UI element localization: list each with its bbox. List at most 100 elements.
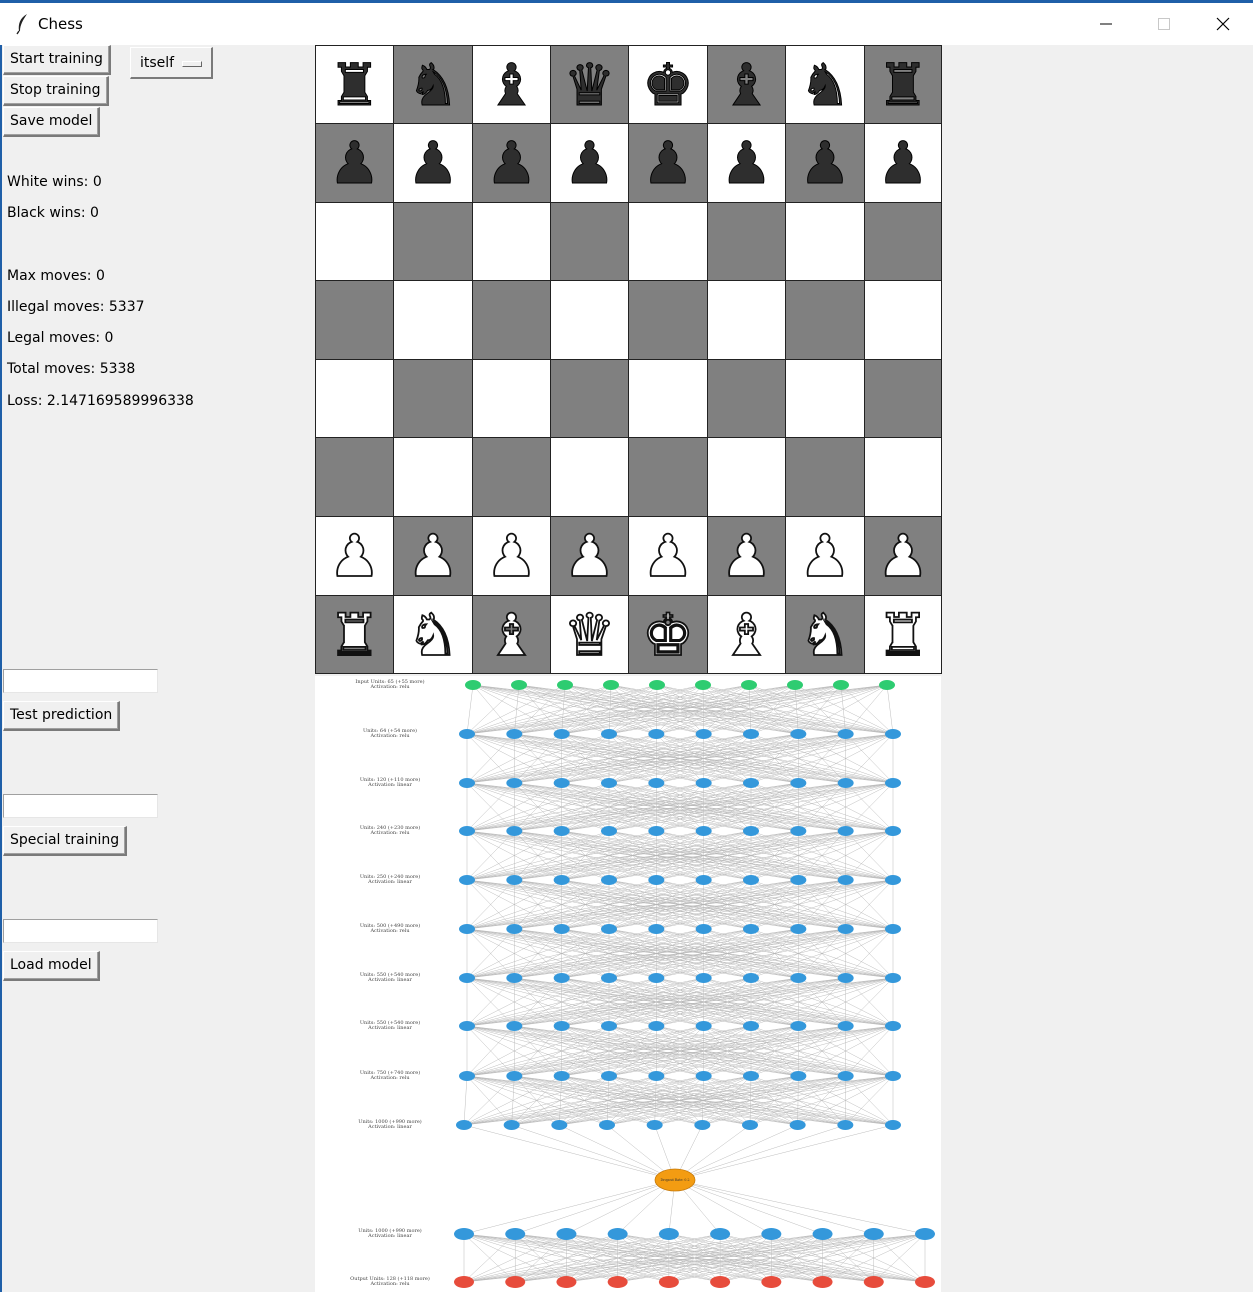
square-d8[interactable]: ♛ xyxy=(550,45,629,124)
black-knight-icon[interactable]: ♞ xyxy=(786,46,864,123)
square-g8[interactable]: ♞ xyxy=(785,45,865,124)
square-b1[interactable]: ♞ xyxy=(393,595,473,674)
square-d3[interactable] xyxy=(550,437,629,517)
square-g4[interactable] xyxy=(785,359,865,438)
square-h2[interactable]: ♟ xyxy=(864,516,942,596)
square-e7[interactable]: ♟ xyxy=(628,123,708,203)
white-pawn-icon[interactable]: ♟ xyxy=(865,517,941,595)
black-pawn-icon[interactable]: ♟ xyxy=(865,124,941,202)
square-c6[interactable] xyxy=(472,202,551,281)
square-h8[interactable]: ♜ xyxy=(864,45,942,124)
maximize-button[interactable] xyxy=(1135,3,1193,45)
load-model-button[interactable]: Load model xyxy=(3,951,100,981)
save-model-button[interactable]: Save model xyxy=(3,107,101,137)
close-button[interactable] xyxy=(1194,3,1252,45)
square-d7[interactable]: ♟ xyxy=(550,123,629,203)
square-c5[interactable] xyxy=(472,280,551,360)
black-pawn-icon[interactable]: ♟ xyxy=(473,124,550,202)
minimize-button[interactable] xyxy=(1077,3,1135,45)
black-bishop-icon[interactable]: ♝ xyxy=(473,46,550,123)
square-c3[interactable] xyxy=(472,437,551,517)
black-pawn-icon[interactable]: ♟ xyxy=(394,124,472,202)
square-f7[interactable]: ♟ xyxy=(707,123,786,203)
square-a8[interactable]: ♜ xyxy=(315,45,394,124)
black-pawn-icon[interactable]: ♟ xyxy=(786,124,864,202)
stop-training-button[interactable]: Stop training xyxy=(3,76,109,106)
square-g2[interactable]: ♟ xyxy=(785,516,865,596)
square-b6[interactable] xyxy=(393,202,473,281)
black-queen-icon[interactable]: ♛ xyxy=(551,46,628,123)
square-f2[interactable]: ♟ xyxy=(707,516,786,596)
square-c2[interactable]: ♟ xyxy=(472,516,551,596)
black-rook-icon[interactable]: ♜ xyxy=(865,46,941,123)
square-f3[interactable] xyxy=(707,437,786,517)
square-b8[interactable]: ♞ xyxy=(393,45,473,124)
white-knight-icon[interactable]: ♞ xyxy=(394,596,472,673)
white-pawn-icon[interactable]: ♟ xyxy=(551,517,628,595)
square-f1[interactable]: ♝ xyxy=(707,595,786,674)
square-h6[interactable] xyxy=(864,202,942,281)
square-g6[interactable] xyxy=(785,202,865,281)
white-bishop-icon[interactable]: ♝ xyxy=(473,596,550,673)
square-e1[interactable]: ♚ xyxy=(628,595,708,674)
white-rook-icon[interactable]: ♜ xyxy=(316,596,393,673)
black-pawn-icon[interactable]: ♟ xyxy=(316,124,393,202)
square-h7[interactable]: ♟ xyxy=(864,123,942,203)
square-b2[interactable]: ♟ xyxy=(393,516,473,596)
white-pawn-icon[interactable]: ♟ xyxy=(786,517,864,595)
square-e5[interactable] xyxy=(628,280,708,360)
square-c1[interactable]: ♝ xyxy=(472,595,551,674)
black-rook-icon[interactable]: ♜ xyxy=(316,46,393,123)
start-training-button[interactable]: Start training xyxy=(3,45,111,75)
square-d6[interactable] xyxy=(550,202,629,281)
test-prediction-button[interactable]: Test prediction xyxy=(3,701,121,731)
white-bishop-icon[interactable]: ♝ xyxy=(708,596,785,673)
square-h5[interactable] xyxy=(864,280,942,360)
white-knight-icon[interactable]: ♞ xyxy=(786,596,864,673)
white-pawn-icon[interactable]: ♟ xyxy=(473,517,550,595)
opponent-option-menu[interactable]: itself xyxy=(130,47,213,79)
square-d2[interactable]: ♟ xyxy=(550,516,629,596)
square-b7[interactable]: ♟ xyxy=(393,123,473,203)
square-c8[interactable]: ♝ xyxy=(472,45,551,124)
square-c4[interactable] xyxy=(472,359,551,438)
square-f8[interactable]: ♝ xyxy=(707,45,786,124)
black-bishop-icon[interactable]: ♝ xyxy=(708,46,785,123)
square-h3[interactable] xyxy=(864,437,942,517)
square-c7[interactable]: ♟ xyxy=(472,123,551,203)
square-g1[interactable]: ♞ xyxy=(785,595,865,674)
square-f4[interactable] xyxy=(707,359,786,438)
square-e6[interactable] xyxy=(628,202,708,281)
square-g5[interactable] xyxy=(785,280,865,360)
square-a4[interactable] xyxy=(315,359,394,438)
black-pawn-icon[interactable]: ♟ xyxy=(551,124,628,202)
load-model-input[interactable] xyxy=(3,919,158,943)
chess-board[interactable]: ♜ ♞ ♝ ♛ ♚ ♝ ♞ ♜ ♟ ♟ ♟ ♟ ♟ ♟ ♟ ♟ ♟ ♟ ♟ ♟ ♟ ♟ ♟ ♟ ♜ ♞ ♝ ♛ ♚ ♝ ♞ ♜ xyxy=(315,45,942,674)
square-h4[interactable] xyxy=(864,359,942,438)
white-pawn-icon[interactable]: ♟ xyxy=(708,517,785,595)
square-a6[interactable] xyxy=(315,202,394,281)
square-e2[interactable]: ♟ xyxy=(628,516,708,596)
square-h1[interactable]: ♜ xyxy=(864,595,942,674)
black-pawn-icon[interactable]: ♟ xyxy=(708,124,785,202)
square-e8[interactable]: ♚ xyxy=(628,45,708,124)
square-b4[interactable] xyxy=(393,359,473,438)
square-d1[interactable]: ♛ xyxy=(550,595,629,674)
test-prediction-input[interactable] xyxy=(3,669,158,693)
white-queen-icon[interactable]: ♛ xyxy=(551,596,628,673)
square-g7[interactable]: ♟ xyxy=(785,123,865,203)
square-f6[interactable] xyxy=(707,202,786,281)
square-d4[interactable] xyxy=(550,359,629,438)
square-g3[interactable] xyxy=(785,437,865,517)
square-a1[interactable]: ♜ xyxy=(315,595,394,674)
square-e3[interactable] xyxy=(628,437,708,517)
square-d5[interactable] xyxy=(550,280,629,360)
square-a3[interactable] xyxy=(315,437,394,517)
black-knight-icon[interactable]: ♞ xyxy=(394,46,472,123)
special-training-input[interactable] xyxy=(3,794,158,818)
square-a2[interactable]: ♟ xyxy=(315,516,394,596)
title-bar[interactable]: Chess xyxy=(0,3,1253,45)
square-e4[interactable] xyxy=(628,359,708,438)
white-pawn-icon[interactable]: ♟ xyxy=(629,517,707,595)
white-pawn-icon[interactable]: ♟ xyxy=(316,517,393,595)
